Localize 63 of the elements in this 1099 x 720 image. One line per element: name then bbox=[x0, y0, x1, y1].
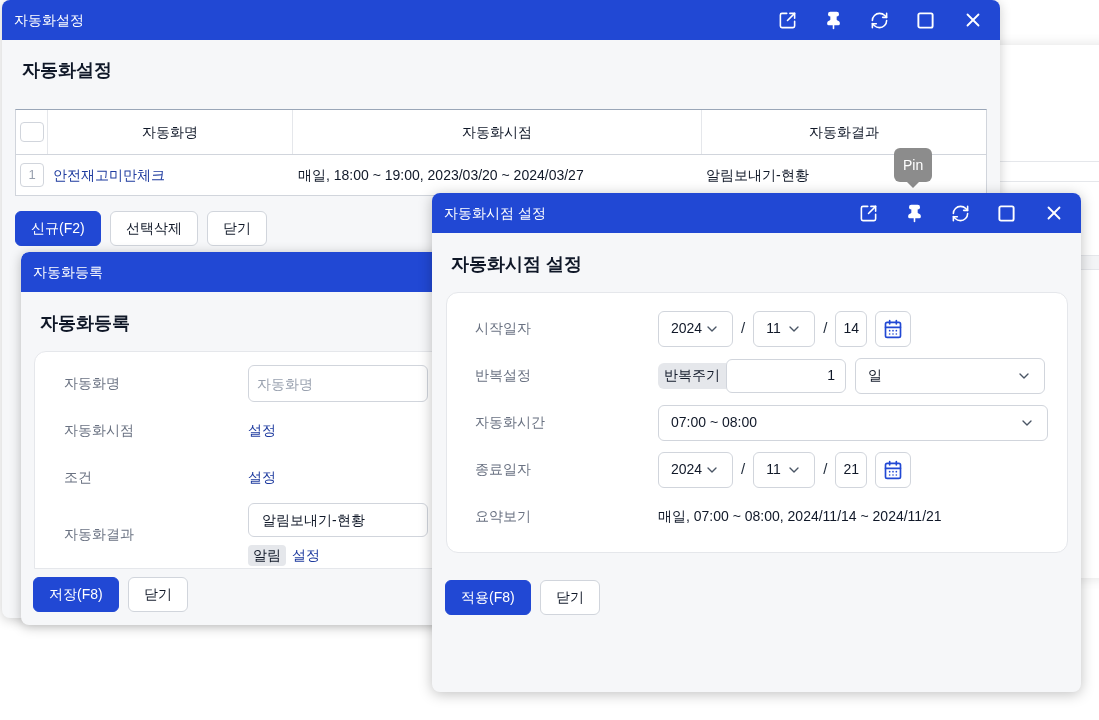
year-select[interactable]: 2024 bbox=[658, 451, 733, 488]
field-label: 요약보기 bbox=[475, 507, 532, 526]
tooltip: Pin bbox=[894, 148, 933, 188]
action-button[interactable]: 닫기 bbox=[127, 577, 188, 612]
name-input[interactable]: 자동화명 bbox=[248, 365, 428, 402]
checkbox[interactable] bbox=[19, 122, 44, 142]
repeat-count-input[interactable]: 1 bbox=[726, 358, 846, 393]
window-title: 자동화등록 bbox=[33, 262, 103, 282]
refresh-icon[interactable] bbox=[951, 203, 970, 223]
month-select[interactable]: 11 bbox=[753, 451, 816, 488]
action-button[interactable]: 적용(F8) bbox=[445, 580, 531, 615]
window-heading: 자동화시점 설정 bbox=[451, 253, 582, 276]
column-header: 자동화명 bbox=[48, 110, 293, 154]
table-cell[interactable]: 안전재고미만체크 bbox=[48, 164, 293, 186]
pin-icon[interactable] bbox=[824, 10, 843, 30]
column-header: 자동화시점 bbox=[293, 110, 702, 154]
field-label: 자동화시간 bbox=[475, 413, 546, 432]
time-select[interactable]: 07:00 ~ 08:00 bbox=[658, 404, 1048, 441]
field-label: 자동화결과 bbox=[64, 525, 135, 544]
notify-tag: 알림 bbox=[248, 545, 286, 566]
setting-link[interactable]: 설정 bbox=[292, 545, 320, 566]
summary-text: 매일, 07:00 ~ 08:00, 2024/11/14 ~ 2024/11/21 bbox=[658, 507, 942, 526]
day-input[interactable]: 21 bbox=[835, 451, 868, 488]
calendar-button[interactable] bbox=[875, 451, 912, 488]
field-label: 시작일자 bbox=[475, 319, 532, 338]
repeat-tag: 반복주기 bbox=[658, 362, 726, 389]
action-button[interactable]: 닫기 bbox=[206, 211, 267, 246]
date-separator: / bbox=[823, 459, 828, 480]
field-label: 자동화명 bbox=[64, 374, 121, 393]
date-separator: / bbox=[823, 318, 828, 339]
maximize-icon[interactable] bbox=[997, 203, 1016, 223]
popout-icon[interactable] bbox=[859, 203, 878, 223]
setting-link[interactable]: 설정 bbox=[248, 420, 276, 441]
calendar-icon bbox=[883, 459, 904, 480]
refresh-icon[interactable] bbox=[870, 10, 889, 30]
field-label: 조건 bbox=[64, 468, 93, 487]
popout-icon[interactable] bbox=[778, 10, 797, 30]
maximize-icon[interactable] bbox=[916, 10, 935, 30]
calendar-icon bbox=[883, 318, 904, 339]
date-separator: / bbox=[741, 459, 746, 480]
action-button[interactable]: 선택삭제 bbox=[109, 211, 198, 246]
day-input[interactable]: 14 bbox=[835, 310, 868, 347]
pin-icon[interactable] bbox=[905, 203, 924, 223]
action-button[interactable]: 저장(F8) bbox=[33, 577, 119, 612]
setting-link[interactable]: 설정 bbox=[248, 467, 276, 488]
action-button[interactable]: 신규(F2) bbox=[15, 211, 101, 246]
field-label: 반복설정 bbox=[475, 366, 532, 385]
action-button[interactable]: 닫기 bbox=[539, 580, 600, 615]
column-header: 자동화결과 bbox=[808, 122, 880, 142]
date-separator: / bbox=[741, 318, 746, 339]
year-select[interactable]: 2024 bbox=[658, 310, 733, 347]
window-heading: 자동화등록 bbox=[40, 312, 130, 335]
calendar-button[interactable] bbox=[875, 310, 912, 347]
field-label: 자동화시점 bbox=[64, 421, 135, 440]
window-heading: 자동화설정 bbox=[22, 59, 112, 82]
unit-select[interactable]: 일 bbox=[855, 357, 1045, 394]
window-title: 자동화시점 설정 bbox=[444, 203, 546, 223]
table-cell-text: 매일, 18:00 ~ 19:00, 2023/03/20 ~ 2024/03/27 bbox=[297, 165, 585, 185]
window-title: 자동화설정 bbox=[14, 10, 84, 30]
field-label: 종료일자 bbox=[475, 460, 532, 479]
result-select[interactable]: 알림보내기-현황 bbox=[248, 503, 428, 537]
month-select[interactable]: 11 bbox=[753, 310, 816, 347]
table-cell-text: 알림보내기-현황 bbox=[705, 165, 809, 185]
